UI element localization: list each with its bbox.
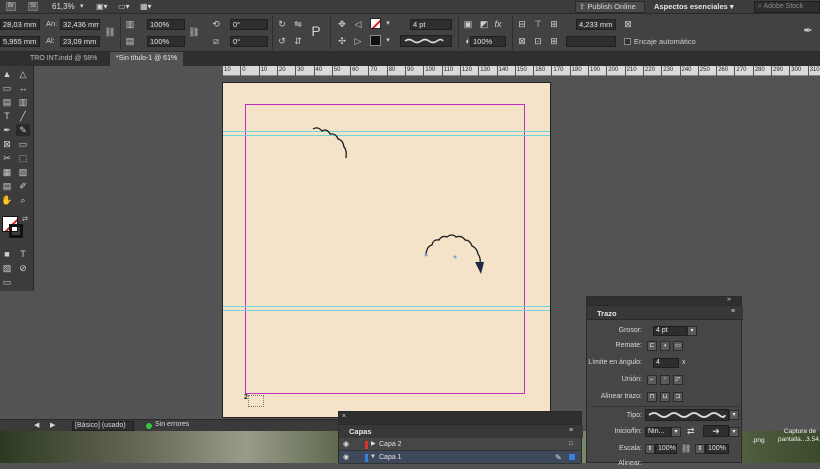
tipo-select[interactable] — [645, 409, 729, 421]
layer-row[interactable]: ◉ ▼ Capa 1 ✎ — [339, 451, 581, 464]
panel-menu-icon[interactable]: ≡ — [569, 427, 573, 434]
desktop-file-label[interactable]: Captura de pantalla...3.54.p — [778, 428, 820, 444]
inicio-dropdown[interactable]: ▾ — [671, 427, 681, 437]
visibility-eye-icon[interactable]: ◉ — [343, 438, 349, 451]
center-point — [453, 255, 457, 259]
limite-unit: x — [682, 359, 686, 366]
align-outside-stroke-icon[interactable]: ⊐ — [673, 392, 683, 402]
swap-ends-icon[interactable]: ⇄ — [687, 426, 695, 437]
escala-stepper[interactable]: ⇕ — [645, 444, 655, 454]
alinear-label: Alinear: — [618, 460, 642, 467]
layer-color-swatch — [365, 441, 368, 449]
inicio-fin-label: Inicio/fin: — [614, 428, 642, 435]
link-scale-icon[interactable]: ⛓ — [681, 444, 691, 453]
stroke-panel: » Trazo ≡ Grosor: 4 pt ▾ Remate: ⊏ ◖ ▭ L… — [586, 296, 743, 467]
fin-select[interactable]: ➜ — [703, 425, 729, 437]
grosor-label: Grosor: — [618, 327, 642, 334]
layer-name[interactable]: Capa 1 — [379, 451, 402, 464]
join-round-icon[interactable]: ◜ — [660, 375, 670, 385]
tipo-label: Tipo: — [626, 412, 642, 419]
layer-target-icon[interactable]: □ — [569, 438, 573, 451]
status-bar: ◀ ▶ [Básico] (usado) Sin errores — [0, 419, 340, 431]
escala-start-field[interactable]: 100% — [655, 444, 677, 454]
limite-label: Límite en ángulo: — [588, 359, 642, 366]
tipo-dropdown[interactable]: ▾ — [729, 410, 739, 420]
layers-panel-tabbar: × — [339, 412, 581, 425]
layer-color-swatch — [365, 454, 368, 462]
alinear-trazo-label: Alinear trazo: — [600, 393, 642, 400]
panel-menu-icon[interactable]: ≡ — [731, 308, 735, 315]
layers-panel-title[interactable]: Capas — [349, 425, 372, 438]
page-number-frame — [248, 395, 264, 407]
preflight-status-icon — [146, 423, 152, 429]
layer-name[interactable]: Capa 2 — [379, 438, 402, 451]
layer-target-icon[interactable] — [569, 454, 575, 460]
next-page-icon[interactable]: ▶ — [50, 421, 55, 429]
wavy-stroke-path — [312, 127, 347, 159]
align-inside-stroke-icon[interactable]: ⊔ — [660, 392, 670, 402]
divider — [591, 406, 739, 407]
pen-icon: ✎ — [555, 453, 562, 462]
expand-arrow-icon[interactable]: ▶ — [371, 438, 376, 451]
prev-page-icon[interactable]: ◀ — [34, 421, 39, 429]
limite-field[interactable]: 4 — [653, 358, 679, 368]
anchor-point — [424, 253, 428, 257]
grosor-field[interactable]: 4 pt — [653, 326, 687, 336]
close-icon[interactable]: × — [342, 413, 346, 420]
collapse-panel-icon[interactable]: » — [727, 296, 731, 303]
preflight-status[interactable]: Sin errores — [155, 421, 189, 428]
stroke-panel-title[interactable]: Trazo — [597, 307, 617, 320]
join-bevel-icon[interactable]: ◸ — [673, 375, 683, 385]
grosor-dropdown[interactable]: ▾ — [687, 326, 697, 336]
arrowhead-path — [475, 262, 484, 274]
layers-panel: × Capas ≡ ◉ ▶ Capa 2 □ ◉ ▼ Capa 1 ✎ — [338, 411, 583, 464]
cap-square-icon[interactable]: ▭ — [673, 341, 683, 351]
desktop-file-label[interactable]: .png — [752, 437, 765, 444]
wavy-arc-path — [425, 234, 481, 265]
remate-label: Remate: — [615, 342, 642, 349]
join-miter-icon[interactable]: ⌐ — [647, 375, 657, 385]
align-center-stroke-icon[interactable]: ⊓ — [647, 392, 657, 402]
escala-stepper[interactable]: ⇕ — [695, 444, 705, 454]
union-label: Unión: — [621, 376, 642, 383]
escala-end-field[interactable]: 100% — [705, 444, 729, 454]
style-indicator[interactable]: [Básico] (usado) — [72, 421, 134, 431]
stroke-panel-tabbar: » — [587, 296, 741, 306]
stroke-panel-header: Trazo ≡ — [587, 306, 743, 320]
cap-round-icon[interactable]: ◖ — [660, 341, 670, 351]
layer-row[interactable]: ◉ ▶ Capa 2 □ — [339, 438, 581, 451]
collapse-arrow-icon[interactable]: ▼ — [370, 451, 376, 464]
escala-label: Escala: — [619, 445, 642, 452]
inicio-select[interactable]: Nin... — [645, 427, 671, 437]
visibility-eye-icon[interactable]: ◉ — [343, 451, 349, 464]
cap-butt-icon[interactable]: ⊏ — [647, 341, 657, 351]
fin-dropdown[interactable]: ▾ — [729, 427, 739, 437]
layers-panel-header: Capas ≡ — [339, 425, 583, 438]
